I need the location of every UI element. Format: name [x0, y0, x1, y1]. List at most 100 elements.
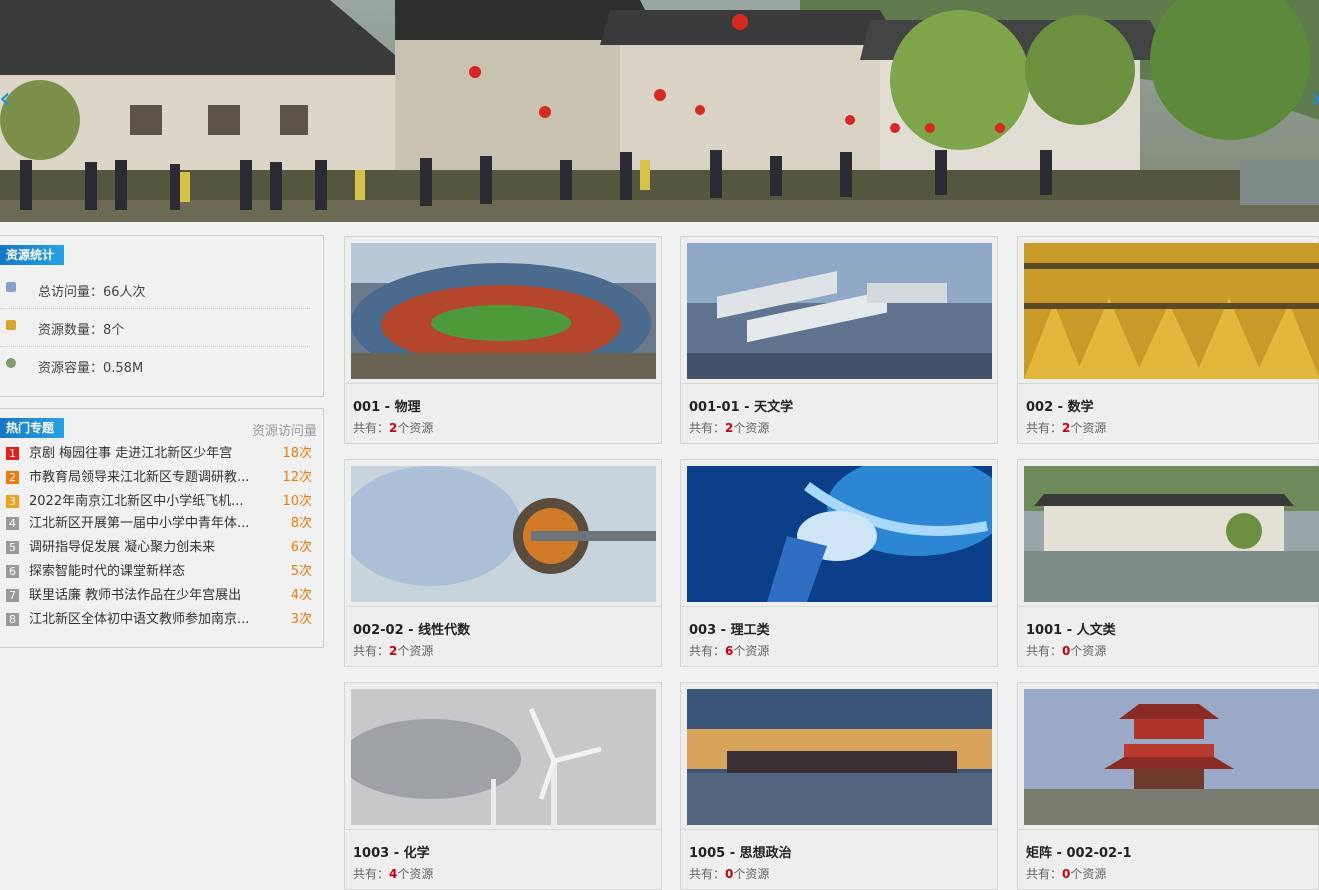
hot-topic-item[interactable]: 3 2022年南京江北新区中小学纸飞机... 10次	[4, 493, 316, 511]
card-divider	[1018, 383, 1318, 384]
card-divider	[681, 383, 997, 384]
card-thumbnail[interactable]	[1024, 689, 1319, 825]
card-meta: 共有：6个资源	[689, 642, 769, 659]
meta-suffix: 个资源	[1070, 421, 1107, 435]
card-divider	[681, 829, 997, 830]
rank-badge: 1	[6, 447, 19, 460]
card-title[interactable]: 001-01 - 天文学	[689, 396, 793, 415]
card-title[interactable]: 001 - 物理	[353, 396, 421, 415]
resource-card[interactable]: 1001 - 人文类 共有：0个资源	[1017, 459, 1319, 667]
resource-stats-title: 资源统计	[0, 245, 65, 265]
hot-topic-count: 4次	[290, 588, 312, 603]
banner-image	[0, 0, 1319, 222]
hot-topics-panel: 热门专题 资源访问量 1 京剧 梅园往事 走进江北新区少年宫 18次 2 市教育…	[0, 408, 324, 648]
card-meta: 共有：4个资源	[353, 865, 433, 882]
rank-badge: 7	[6, 589, 19, 602]
card-divider	[1018, 829, 1318, 830]
meta-prefix: 共有：	[689, 644, 726, 658]
meta-suffix: 个资源	[733, 644, 770, 658]
stat-label: 资源容量：0.58M	[38, 361, 144, 376]
meta-suffix: 个资源	[1070, 867, 1107, 881]
card-meta: 共有：0个资源	[1026, 642, 1106, 659]
card-meta: 共有：2个资源	[353, 419, 433, 436]
resource-card[interactable]: 001-01 - 天文学 共有：2个资源	[680, 236, 998, 444]
card-title[interactable]: 002 - 数学	[1026, 396, 1094, 415]
resource-card[interactable]: 002-02 - 线性代数 共有：2个资源	[344, 459, 662, 667]
meta-prefix: 共有：	[353, 867, 390, 881]
hot-topic-count: 18次	[282, 446, 312, 461]
stat-label: 总访问量：66人次	[38, 285, 146, 300]
card-title[interactable]: 1005 - 思想政治	[689, 842, 792, 861]
rank-badge: 6	[6, 565, 19, 578]
hot-topic-item[interactable]: 8 江北新区全体初中语文教师参加南京... 3次	[4, 611, 316, 629]
hot-topic-count: 12次	[282, 470, 312, 485]
hot-topic-link[interactable]: 京剧 梅园往事 走进江北新区少年宫	[29, 445, 275, 463]
card-thumbnail[interactable]	[1024, 243, 1319, 379]
meta-prefix: 共有：	[1026, 421, 1063, 435]
card-title[interactable]: 1003 - 化学	[353, 842, 430, 861]
hot-topic-item[interactable]: 4 江北新区开展第一届中小学中青年体... 8次	[4, 515, 316, 533]
resource-card[interactable]: 003 - 理工类 共有：6个资源	[680, 459, 998, 667]
hot-topic-item[interactable]: 2 市教育局领导来江北新区专题调研教... 12次	[4, 469, 316, 487]
card-title[interactable]: 002-02 - 线性代数	[353, 619, 470, 638]
disk-icon	[6, 358, 16, 368]
meta-suffix: 个资源	[733, 867, 770, 881]
card-title[interactable]: 003 - 理工类	[689, 619, 770, 638]
hot-topic-item[interactable]: 6 探索智能时代的课堂新样态 5次	[4, 563, 316, 581]
card-divider	[681, 606, 997, 607]
rank-badge: 8	[6, 613, 19, 626]
card-divider	[1018, 606, 1318, 607]
hot-topic-count: 3次	[290, 612, 312, 627]
resource-card[interactable]: 001 - 物理 共有：2个资源	[344, 236, 662, 444]
card-meta: 共有：2个资源	[689, 419, 769, 436]
card-title[interactable]: 矩阵 - 002-02-1	[1026, 842, 1132, 861]
card-thumbnail[interactable]	[687, 243, 992, 379]
meta-suffix: 个资源	[733, 421, 770, 435]
resource-card[interactable]: 1005 - 思想政治 共有：0个资源	[680, 682, 998, 890]
resource-card[interactable]: 1003 - 化学 共有：4个资源	[344, 682, 662, 890]
hot-topic-item[interactable]: 1 京剧 梅园往事 走进江北新区少年宫 18次	[4, 445, 316, 463]
hot-topic-item[interactable]: 5 调研指导促发展 凝心聚力创未来 6次	[4, 539, 316, 557]
hot-topics-subtitle: 资源访问量	[251, 424, 317, 439]
meta-prefix: 共有：	[353, 644, 390, 658]
card-divider	[345, 829, 661, 830]
meta-prefix: 共有：	[1026, 867, 1063, 881]
hot-topic-count: 6次	[290, 540, 312, 555]
stat-total-visits: 总访问量：66人次	[0, 270, 310, 309]
hot-topic-item[interactable]: 7 联里话廉 教师书法作品在少年宫展出 4次	[4, 587, 316, 605]
card-thumbnail[interactable]	[351, 243, 656, 379]
card-thumbnail[interactable]	[687, 689, 992, 825]
hot-topic-link[interactable]: 2022年南京江北新区中小学纸飞机...	[29, 493, 275, 511]
carousel-next-button[interactable]: ›	[1305, 84, 1319, 114]
hot-topic-link[interactable]: 江北新区全体初中语文教师参加南京...	[29, 611, 275, 629]
rank-badge: 4	[6, 517, 19, 530]
card-meta: 共有：2个资源	[353, 642, 433, 659]
resource-card[interactable]: 002 - 数学 共有：2个资源	[1017, 236, 1319, 444]
hot-topic-link[interactable]: 探索智能时代的课堂新样态	[29, 563, 275, 581]
meta-suffix: 个资源	[1070, 644, 1107, 658]
hot-topic-count: 5次	[290, 564, 312, 579]
rank-badge: 3	[6, 495, 19, 508]
hot-topic-link[interactable]: 江北新区开展第一届中小学中青年体...	[29, 515, 275, 533]
card-thumbnail[interactable]	[1024, 466, 1319, 602]
hot-topic-count: 8次	[290, 516, 312, 531]
hot-topic-link[interactable]: 调研指导促发展 凝心聚力创未来	[29, 539, 275, 557]
stat-resource-size: 资源容量：0.58M	[0, 346, 310, 384]
card-thumbnail[interactable]	[351, 466, 656, 602]
card-meta: 共有：0个资源	[689, 865, 769, 882]
card-title[interactable]: 1001 - 人文类	[1026, 619, 1116, 638]
hot-topic-link[interactable]: 联里话廉 教师书法作品在少年宫展出	[29, 587, 275, 605]
meta-suffix: 个资源	[397, 421, 434, 435]
carousel-prev-button[interactable]: ‹	[0, 84, 16, 114]
resource-card[interactable]: 矩阵 - 002-02-1 共有：0个资源	[1017, 682, 1319, 890]
resource-stats-panel: 资源统计 总访问量：66人次 资源数量：8个 资源容量：0.58M	[0, 235, 324, 397]
banner-carousel[interactable]: ‹ ›	[0, 0, 1319, 222]
card-meta: 共有：2个资源	[1026, 419, 1106, 436]
meta-suffix: 个资源	[397, 867, 434, 881]
meta-prefix: 共有：	[689, 421, 726, 435]
rank-badge: 5	[6, 541, 19, 554]
rank-badge: 2	[6, 471, 19, 484]
card-thumbnail[interactable]	[351, 689, 656, 825]
hot-topic-link[interactable]: 市教育局领导来江北新区专题调研教...	[29, 469, 275, 487]
card-thumbnail[interactable]	[687, 466, 992, 602]
